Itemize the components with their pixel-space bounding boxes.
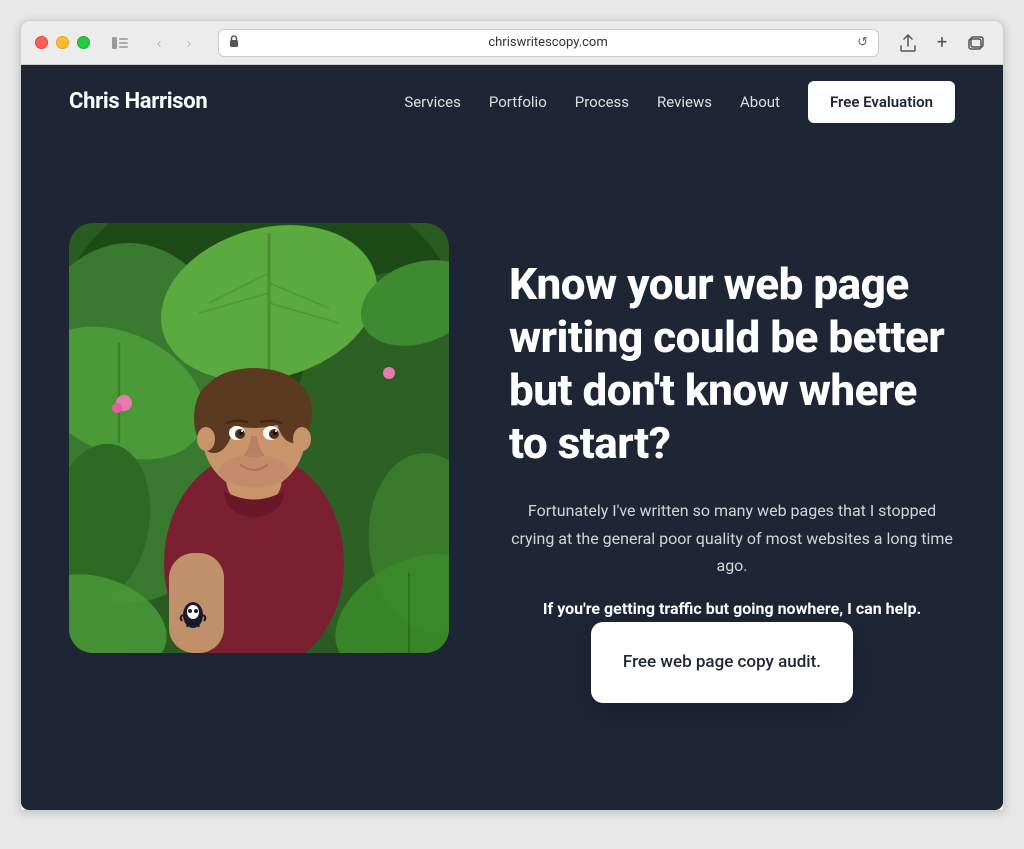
back-button[interactable]: ‹ (146, 32, 172, 54)
nav-process[interactable]: Process (575, 93, 629, 111)
hero-content-area: Know your web page writing could be bett… (21, 138, 1003, 758)
url-text: chriswritescopy.com (245, 35, 851, 50)
minimize-button[interactable] (56, 36, 69, 49)
hero-image (69, 223, 449, 653)
browser-content: Chris Harrison Services Portfolio Proces… (21, 65, 1003, 810)
lock-icon (229, 35, 239, 50)
reload-button[interactable]: ↺ (857, 35, 868, 50)
new-tab-button[interactable]: + (929, 32, 955, 54)
site-logo: Chris Harrison (69, 89, 207, 114)
site-navigation: Chris Harrison Services Portfolio Proces… (21, 65, 1003, 138)
traffic-lights (35, 36, 90, 49)
hero-subtext: Fortunately I've written so many web pag… (509, 497, 955, 579)
share-button[interactable] (895, 32, 921, 54)
nav-buttons: ‹ › (146, 32, 202, 54)
hero-text: Know your web page writing could be bett… (509, 258, 955, 618)
floating-card[interactable]: Free web page copy audit. (591, 622, 853, 704)
nav-links: Services Portfolio Process Reviews About… (404, 92, 955, 111)
toolbar-actions: + (895, 32, 989, 54)
nav-reviews[interactable]: Reviews (657, 93, 712, 111)
hero-cta-text: If you're getting traffic but going nowh… (509, 599, 955, 618)
nav-services[interactable]: Services (404, 93, 461, 111)
address-bar[interactable]: chriswritescopy.com ↺ (218, 29, 879, 57)
nav-cta-button[interactable]: Free Evaluation (808, 81, 955, 123)
nav-portfolio[interactable]: Portfolio (489, 93, 547, 111)
maximize-button[interactable] (77, 36, 90, 49)
floating-card-text: Free web page copy audit. (623, 652, 821, 672)
nav-about[interactable]: About (740, 93, 780, 111)
hero-section: Know your web page writing could be bett… (21, 138, 1003, 758)
browser-titlebar: ‹ › chriswritescopy.com ↺ + (21, 21, 1003, 65)
forward-button[interactable]: › (176, 32, 202, 54)
windows-button[interactable] (963, 32, 989, 54)
close-button[interactable] (35, 36, 48, 49)
hero-headline: Know your web page writing could be bett… (509, 258, 955, 469)
browser-window: ‹ › chriswritescopy.com ↺ + (20, 20, 1004, 810)
sidebar-toggle-icon[interactable] (106, 32, 134, 54)
